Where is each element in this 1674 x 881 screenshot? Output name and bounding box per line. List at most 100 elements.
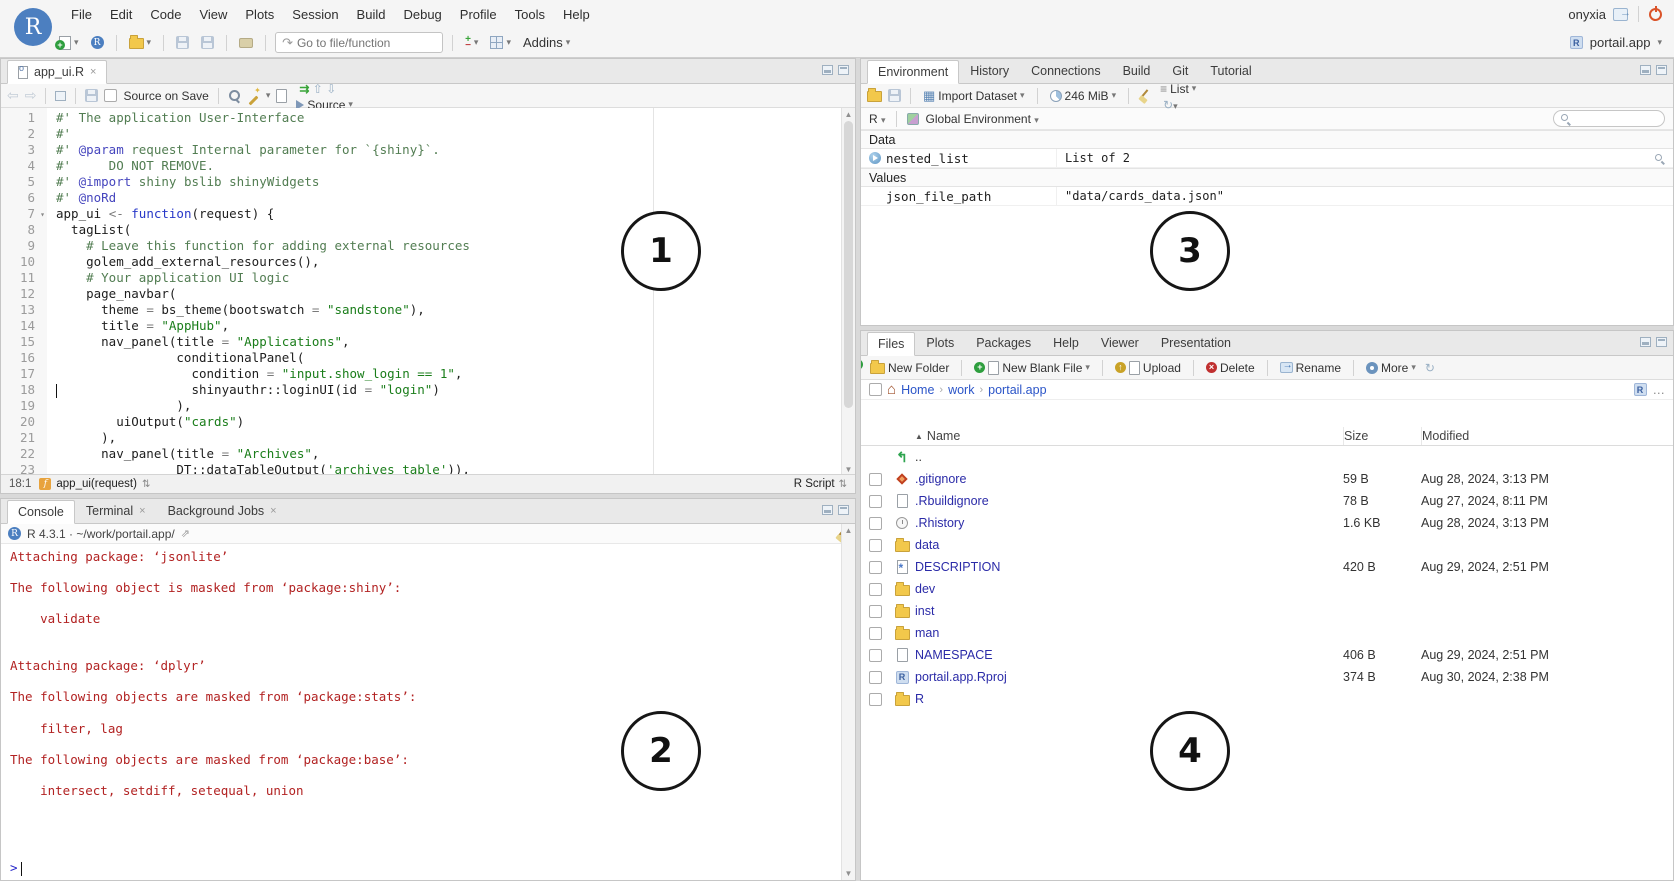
print-button[interactable]: [236, 36, 256, 50]
tab-history[interactable]: History: [959, 59, 1020, 83]
tab-tutorial[interactable]: Tutorial: [1199, 59, 1262, 83]
file-checkbox[interactable]: [869, 561, 882, 574]
more-breadcrumb-icon[interactable]: …: [1653, 383, 1666, 397]
import-dataset-button[interactable]: ▦ Import Dataset▾: [920, 86, 1028, 106]
sign-out-icon[interactable]: [1613, 8, 1628, 21]
expand-icon[interactable]: [869, 152, 881, 164]
console-output[interactable]: Attaching package: ‘jsonlite’ The follow…: [1, 545, 841, 880]
tab-presentation[interactable]: Presentation: [1150, 331, 1242, 355]
navigate-dir-icon[interactable]: ⇗: [181, 527, 190, 540]
tab-terminal[interactable]: Terminal×: [75, 499, 157, 523]
new-project-button[interactable]: R: [88, 34, 107, 51]
minimize-pane-icon[interactable]: [1640, 65, 1651, 75]
tab-connections[interactable]: Connections: [1020, 59, 1112, 83]
breadcrumb-home[interactable]: Home: [901, 383, 934, 397]
file-row[interactable]: Rportail.app.Rproj374 BAug 30, 2024, 2:3…: [861, 666, 1673, 688]
maximize-pane-icon[interactable]: [1656, 337, 1667, 347]
file-row[interactable]: DESCRIPTION420 BAug 29, 2024, 2:51 PM: [861, 556, 1673, 578]
tab-plots[interactable]: Plots: [915, 331, 965, 355]
panes-button[interactable]: ▾: [487, 34, 514, 51]
tab-app-ui[interactable]: app_ui.R ×: [7, 60, 107, 84]
rename-button[interactable]: Rename: [1277, 359, 1344, 377]
code-tools-icon[interactable]: [247, 89, 260, 102]
addins-button[interactable]: Addins▾: [520, 33, 573, 52]
file-link[interactable]: ..: [915, 450, 1343, 464]
file-checkbox[interactable]: [869, 583, 882, 596]
menu-debug[interactable]: Debug: [394, 3, 450, 26]
maximize-pane-icon[interactable]: [1656, 65, 1667, 75]
file-checkbox[interactable]: [869, 649, 882, 662]
file-checkbox[interactable]: [869, 693, 882, 706]
delete-button[interactable]: ×Delete: [1203, 359, 1258, 377]
minimize-pane-icon[interactable]: [822, 65, 833, 75]
file-link[interactable]: inst: [915, 604, 1343, 618]
file-row[interactable]: inst: [861, 600, 1673, 622]
load-workspace-icon[interactable]: [867, 91, 882, 102]
editor-scrollbar[interactable]: ▲▼: [841, 108, 855, 476]
back-icon[interactable]: ⇦: [7, 87, 19, 104]
file-checkbox[interactable]: [869, 605, 882, 618]
file-link[interactable]: data: [915, 538, 1343, 552]
file-checkbox[interactable]: [869, 627, 882, 640]
source-on-save-checkbox[interactable]: [104, 89, 117, 102]
tab-build[interactable]: Build: [1112, 59, 1162, 83]
environment-search-box[interactable]: [1553, 110, 1665, 127]
menu-session[interactable]: Session: [283, 3, 347, 26]
menu-plots[interactable]: Plots: [236, 3, 283, 26]
home-icon[interactable]: ⌂: [887, 384, 896, 396]
project-name[interactable]: portail.app: [1590, 35, 1651, 50]
file-row[interactable]: ↰..: [861, 446, 1673, 468]
clear-environment-icon[interactable]: [1138, 89, 1151, 102]
file-checkbox[interactable]: [869, 671, 882, 684]
maximize-pane-icon[interactable]: [838, 505, 849, 515]
new-file-button[interactable]: ▾: [56, 34, 82, 52]
console-scrollbar[interactable]: ▲▼: [841, 524, 855, 880]
column-size[interactable]: Size: [1343, 427, 1421, 445]
file-row[interactable]: R: [861, 688, 1673, 710]
code-editor[interactable]: 1#' The application User-Interface2#'3#'…: [1, 108, 855, 476]
menu-build[interactable]: Build: [348, 3, 395, 26]
popout-icon[interactable]: [55, 91, 66, 101]
forward-icon[interactable]: ⇨: [25, 87, 37, 104]
language-selector[interactable]: R ▾: [869, 112, 886, 126]
tab-git[interactable]: Git: [1161, 59, 1199, 83]
file-row[interactable]: .Rbuildignore78 BAug 27, 2024, 8:11 PM: [861, 490, 1673, 512]
file-checkbox[interactable]: [869, 517, 882, 530]
file-link[interactable]: R: [915, 692, 1343, 706]
save-all-button[interactable]: [198, 34, 217, 51]
menu-edit[interactable]: Edit: [101, 3, 141, 26]
save-source-icon[interactable]: [85, 89, 98, 102]
file-type-selector[interactable]: R Script⇅: [794, 478, 847, 490]
close-tab-icon[interactable]: ×: [139, 505, 145, 517]
new-folder-button[interactable]: +New Folder: [867, 359, 952, 377]
close-tab-icon[interactable]: ×: [270, 505, 276, 517]
save-button[interactable]: [173, 34, 192, 51]
column-name[interactable]: ▲Name: [915, 427, 1343, 445]
refresh-environment-icon[interactable]: ↻: [1163, 98, 1173, 112]
breadcrumb-portail.app[interactable]: portail.app: [988, 383, 1046, 397]
file-checkbox[interactable]: [869, 539, 882, 552]
find-replace-icon[interactable]: [228, 89, 241, 102]
power-icon[interactable]: [1649, 8, 1662, 21]
file-checkbox[interactable]: [869, 495, 882, 508]
new-blank-file-button[interactable]: +New Blank File▾: [971, 359, 1093, 377]
tab-packages[interactable]: Packages: [965, 331, 1042, 355]
refresh-files-icon[interactable]: ↻: [1425, 361, 1435, 375]
git-button[interactable]: +−▾: [462, 35, 481, 51]
maximize-pane-icon[interactable]: [838, 65, 849, 75]
menu-file[interactable]: File: [62, 3, 101, 26]
tab-help[interactable]: Help: [1042, 331, 1090, 355]
tab-environment[interactable]: Environment: [867, 60, 959, 84]
save-workspace-icon[interactable]: [888, 89, 901, 102]
select-all-checkbox[interactable]: [869, 383, 882, 396]
file-link[interactable]: portail.app.Rproj: [915, 670, 1343, 684]
environment-selector[interactable]: Global Environment ▾: [926, 112, 1039, 126]
file-link[interactable]: dev: [915, 582, 1343, 596]
tab-viewer[interactable]: Viewer: [1090, 331, 1150, 355]
file-row[interactable]: data: [861, 534, 1673, 556]
memory-usage-button[interactable]: 246 MiB▾: [1047, 87, 1120, 105]
menu-profile[interactable]: Profile: [451, 3, 506, 26]
file-link[interactable]: DESCRIPTION: [915, 560, 1343, 574]
file-link[interactable]: .Rhistory: [915, 516, 1343, 530]
tab-background-jobs[interactable]: Background Jobs×: [157, 499, 288, 523]
